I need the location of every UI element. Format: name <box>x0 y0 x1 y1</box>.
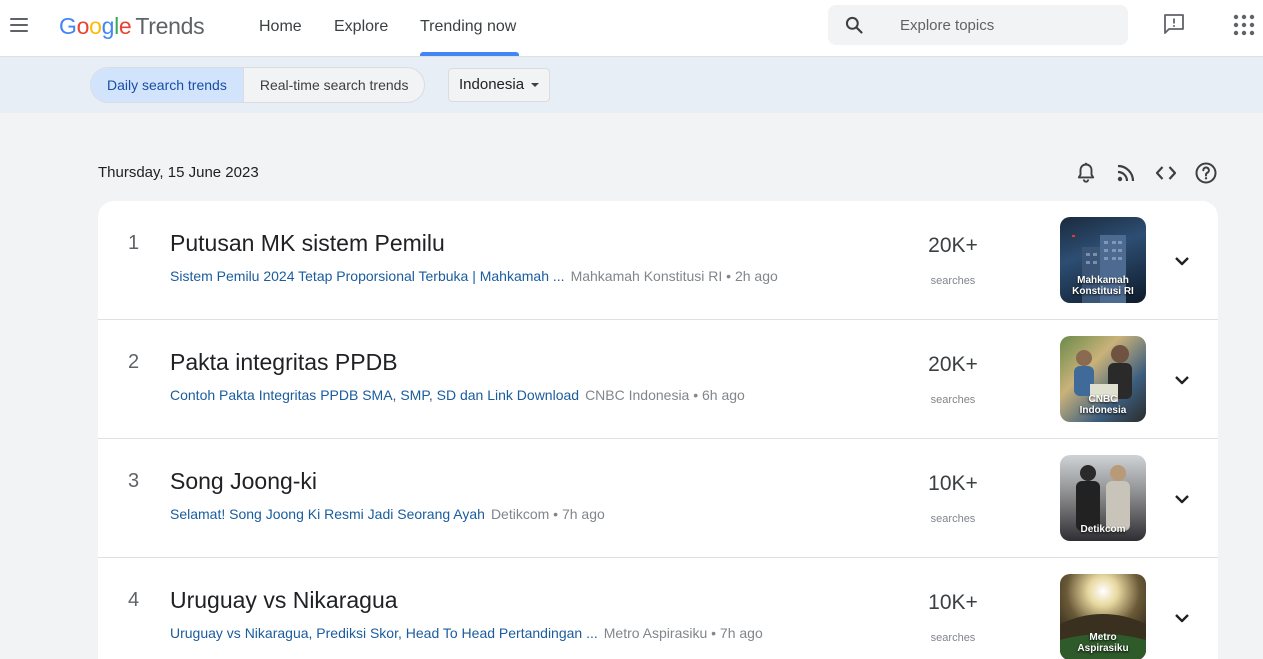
realtime-search-trends-button[interactable]: Real-time search trends <box>242 68 425 102</box>
article-thumbnail[interactable]: Metro Aspirasiku <box>1060 574 1146 659</box>
region-select-value: Indonesia <box>459 76 525 93</box>
chevron-down-icon[interactable] <box>1170 249 1194 273</box>
bell-icon[interactable] <box>1074 161 1098 185</box>
region-select[interactable]: Indonesia <box>448 68 550 102</box>
search-count: 10K+ <box>928 591 978 614</box>
trend-item[interactable]: 3 Song Joong-ki Selamat! Song Joong Ki R… <box>98 439 1218 558</box>
article-thumbnail[interactable]: Detikcom <box>1060 455 1146 541</box>
trend-rank: 3 <box>128 470 140 492</box>
google-apps-icon[interactable] <box>1233 14 1255 36</box>
search-input[interactable] <box>900 15 1110 35</box>
active-tab-indicator <box>420 52 519 56</box>
search-count: 10K+ <box>928 472 978 495</box>
nav-tab-explore[interactable]: Explore <box>334 17 388 37</box>
search-count-label: searches <box>930 394 976 406</box>
search-box[interactable] <box>828 5 1128 45</box>
trend-title[interactable]: Song Joong-ki <box>170 467 317 495</box>
feedback-icon[interactable] <box>1162 12 1186 36</box>
trends-date: Thursday, 15 June 2023 <box>98 164 259 181</box>
article-source: CNBC Indonesia • 6h ago <box>585 387 745 403</box>
trend-item[interactable]: 4 Uruguay vs Nikaragua Uruguay vs Nikara… <box>98 558 1218 659</box>
search-count-label: searches <box>930 275 976 287</box>
daily-search-trends-button[interactable]: Daily search trends <box>91 68 243 102</box>
article-source: Detikcom • 7h ago <box>490 506 605 522</box>
chevron-down-icon[interactable] <box>1170 487 1194 511</box>
embed-code-icon[interactable] <box>1154 161 1178 185</box>
chevron-down-icon[interactable] <box>1170 606 1194 630</box>
nav-tab-home[interactable]: Home <box>259 17 302 37</box>
google-trends-logo[interactable]: Google Trends <box>59 12 205 40</box>
help-icon[interactable] <box>1194 161 1218 185</box>
thumbnail-caption: Mahkamah Konstitusi RI <box>1072 275 1134 297</box>
trend-article: Selamat! Song Joong Ki Resmi Jadi Seoran… <box>170 505 605 523</box>
search-count-label: searches <box>930 513 976 525</box>
trend-rank: 4 <box>128 589 140 611</box>
trend-item[interactable]: 1 Putusan MK sistem Pemilu Sistem Pemilu… <box>98 201 1218 320</box>
trend-article: Sistem Pemilu 2024 Tetap Proporsional Te… <box>170 267 778 285</box>
search-count: 20K+ <box>928 353 978 376</box>
search-count-label: searches <box>930 632 976 644</box>
rss-icon[interactable] <box>1114 161 1138 185</box>
trend-title[interactable]: Pakta integritas PPDB <box>170 348 398 376</box>
thumbnail-caption: Detikcom <box>1080 524 1126 535</box>
trend-title[interactable]: Uruguay vs Nikaragua <box>170 586 398 614</box>
thumbnail-caption: Metro Aspirasiku <box>1077 632 1129 654</box>
nav-tab-trending-now[interactable]: Trending now <box>420 17 516 37</box>
search-icon[interactable] <box>844 15 864 35</box>
trend-rank: 1 <box>128 232 140 254</box>
trend-title[interactable]: Putusan MK sistem Pemilu <box>170 229 445 257</box>
daily-trends-list: 1 Putusan MK sistem Pemilu Sistem Pemilu… <box>98 201 1218 659</box>
search-count: 20K+ <box>928 234 978 257</box>
trend-item[interactable]: 2 Pakta integritas PPDB Contoh Pakta Int… <box>98 320 1218 439</box>
article-link[interactable]: Selamat! Song Joong Ki Resmi Jadi Seoran… <box>170 506 485 522</box>
main-menu-icon[interactable] <box>7 13 31 37</box>
article-source: Mahkamah Konstitusi RI • 2h ago <box>570 268 778 284</box>
chevron-down-icon[interactable] <box>1170 368 1194 392</box>
trend-article: Contoh Pakta Integritas PPDB SMA, SMP, S… <box>170 386 745 404</box>
article-link[interactable]: Uruguay vs Nikaragua, Prediksi Skor, Hea… <box>170 625 598 641</box>
article-link[interactable]: Sistem Pemilu 2024 Tetap Proporsional Te… <box>170 268 565 284</box>
trend-article: Uruguay vs Nikaragua, Prediksi Skor, Hea… <box>170 624 763 642</box>
trend-rank: 2 <box>128 351 140 373</box>
thumbnail-caption: CNBC Indonesia <box>1079 394 1127 416</box>
trend-type-toggle: Daily search trends Real-time search tre… <box>90 67 426 103</box>
article-thumbnail[interactable]: Mahkamah Konstitusi RI <box>1060 217 1146 303</box>
article-source: Metro Aspirasiku • 7h ago <box>603 625 763 641</box>
article-thumbnail[interactable]: CNBC Indonesia <box>1060 336 1146 422</box>
article-link[interactable]: Contoh Pakta Integritas PPDB SMA, SMP, S… <box>170 387 579 403</box>
top-app-bar: Google Trends Home Explore Trending now <box>0 0 1263 57</box>
caret-down-icon <box>531 83 539 87</box>
trend-filter-bar: Daily search trends Real-time search tre… <box>0 57 1263 113</box>
